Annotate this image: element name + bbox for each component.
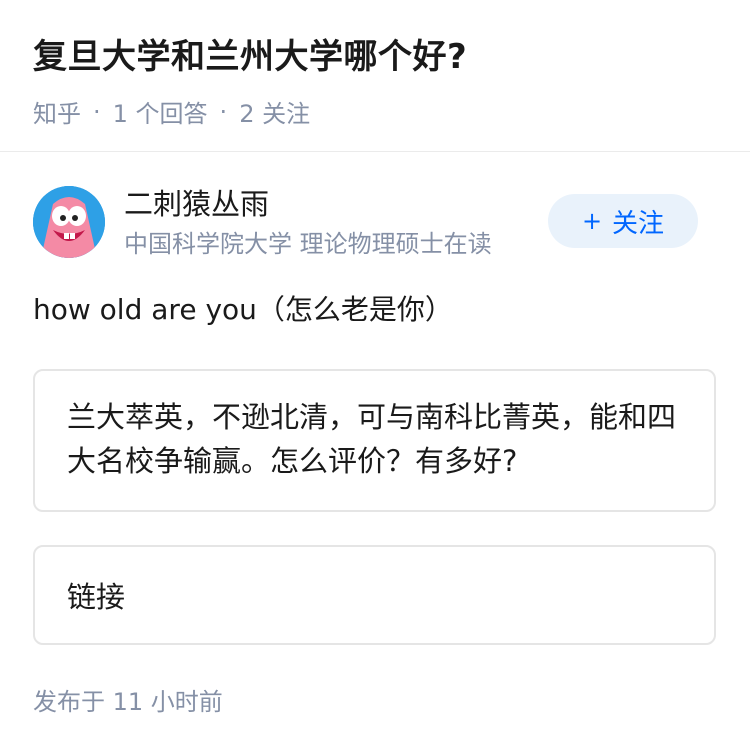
follow-button[interactable]: + 关注 bbox=[548, 194, 698, 248]
answer-text: how old are you（怎么老是你） bbox=[33, 293, 453, 326]
author-bio: 中国科学院大学 理论物理硕士在读 bbox=[124, 230, 492, 258]
quoted-question-card[interactable]: 兰大萃英，不逊北清，可与南科比菁英，能和四大名校争输赢。怎么评价？有多好? bbox=[33, 369, 716, 512]
follow-button-label: 关注 bbox=[612, 208, 665, 239]
link-card-label: 链接 bbox=[67, 580, 126, 614]
link-card[interactable]: 链接 bbox=[33, 545, 716, 645]
publish-time: 发布于 11 小时前 bbox=[33, 688, 223, 716]
avatar[interactable] bbox=[33, 186, 105, 258]
source-label[interactable]: 知乎 bbox=[33, 94, 81, 129]
plus-icon: + bbox=[581, 207, 603, 235]
quoted-question-text: 兰大萃英，不逊北清，可与南科比菁英，能和四大名校争输赢。怎么评价？有多好? bbox=[67, 400, 677, 478]
meta-separator: · bbox=[93, 97, 101, 126]
follower-count[interactable]: 2 关注 bbox=[239, 94, 310, 129]
answer-count[interactable]: 1 个回答 bbox=[113, 94, 208, 129]
meta-separator: · bbox=[219, 97, 228, 126]
author-name[interactable]: 二刺猿丛雨 bbox=[124, 186, 269, 222]
header-divider bbox=[0, 151, 750, 152]
question-header: 复旦大学和兰州大学哪个好? 知乎 · 1 个回答 · 2 关注 bbox=[33, 34, 730, 129]
question-title[interactable]: 复旦大学和兰州大学哪个好? bbox=[33, 34, 730, 80]
question-meta: 知乎 · 1 个回答 · 2 关注 bbox=[33, 94, 730, 129]
author-section: 二刺猿丛雨 中国科学院大学 理论物理硕士在读 + 关注 bbox=[33, 186, 718, 266]
avatar-illustration-icon bbox=[33, 186, 105, 258]
